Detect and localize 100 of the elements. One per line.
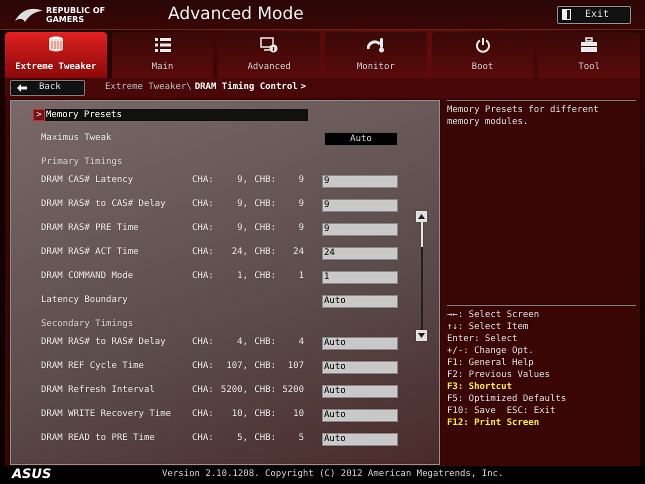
list-icon <box>154 36 172 52</box>
channel-label: CHB: <box>253 270 276 284</box>
help-description: Memory Presets for different memory modules. <box>447 104 600 128</box>
value-field[interactable]: Auto <box>322 294 398 308</box>
back-button[interactable]: Back <box>10 80 85 96</box>
key-hint: F3: Shortcut <box>447 381 514 393</box>
channel-value: 107 <box>286 360 304 374</box>
value-field[interactable]: Auto <box>322 408 398 422</box>
door-icon <box>562 9 571 20</box>
channel-value: 24 <box>292 246 304 260</box>
setting-label: DRAM Refresh Interval <box>41 384 156 398</box>
channel-label: CHA: <box>192 270 214 284</box>
nav-tab[interactable]: Monitor <box>325 32 427 78</box>
value-field[interactable]: Auto <box>322 360 398 374</box>
channel-label: CHB: <box>253 198 276 212</box>
channel-value: 9 <box>298 222 304 236</box>
channel-label: CHA: <box>192 336 214 350</box>
channel-value: 9 <box>298 174 304 188</box>
channel-value: 4, <box>236 336 248 350</box>
value-field[interactable]: 9 <box>322 222 398 236</box>
channel-label: CHA: <box>192 222 214 236</box>
setting-label: DRAM RAS# to CAS# Delay <box>41 198 167 212</box>
channel-label: CHA: <box>192 360 214 374</box>
scrollbar[interactable] <box>416 211 427 341</box>
channel-value: 1, <box>236 270 248 284</box>
scroll-down-icon[interactable] <box>416 330 427 341</box>
channel-value: 4 <box>298 336 304 350</box>
channel-label: CHB: <box>253 246 276 260</box>
toolbox-icon <box>580 36 598 52</box>
channel-label: CHA: <box>192 246 214 260</box>
nav-tab[interactable]: Extreme Tweaker <box>5 32 107 78</box>
channel-value: 9, <box>236 198 248 212</box>
value-field[interactable]: 9 <box>322 174 398 188</box>
channel-label: CHA: <box>192 384 214 398</box>
section-heading: Primary Timings <box>41 156 122 168</box>
option-select[interactable]: Auto <box>324 132 398 146</box>
submenu-item[interactable]: Memory Presets <box>45 109 308 121</box>
setting-label: DRAM REF Cycle Time <box>41 360 145 374</box>
channel-label: CHB: <box>253 432 276 446</box>
brand-text: GAMERS <box>46 14 86 24</box>
key-hint: Enter: Select <box>447 333 518 345</box>
setting-label: DRAM RAS# ACT Time <box>41 246 140 260</box>
setting-label: DRAM READ to PRE Time <box>41 432 156 446</box>
key-hint: F1: General Help <box>447 357 535 369</box>
setting-label: Latency Boundary <box>41 294 129 308</box>
drum-icon <box>46 34 65 52</box>
scroll-up-icon[interactable] <box>416 211 427 222</box>
channel-label: CHB: <box>253 174 276 188</box>
channel-label: CHB: <box>253 384 276 398</box>
setting-label: DRAM RAS# PRE Time <box>41 222 140 236</box>
value-field[interactable]: 9 <box>322 198 398 212</box>
channel-label: CHA: <box>192 432 214 446</box>
key-hint: +/-: Change Opt. <box>447 345 535 357</box>
key-hint: →←: Select Screen <box>447 309 540 321</box>
key-hint: ↑↓: Select Item <box>447 321 530 333</box>
key-hint: F12: Print Screen <box>447 417 540 429</box>
nav-tab[interactable]: Tool <box>538 32 640 78</box>
value-field[interactable]: 24 <box>322 246 398 260</box>
setting-label: DRAM COMMAND Mode <box>41 270 134 284</box>
brand-logo: ASUS <box>12 466 52 484</box>
breadcrumb-arrow: > <box>300 81 306 94</box>
setting-label: DRAM WRITE Recovery Time <box>41 408 172 422</box>
channel-label: CHA: <box>192 198 214 212</box>
channel-value: 9, <box>236 174 248 188</box>
channel-value: 5 <box>298 432 304 446</box>
value-field[interactable]: Auto <box>322 336 398 350</box>
version-text: Version 2.10.1208. Copyright (C) 2012 American Megatrends, Inc. <box>162 468 504 482</box>
window-title: Advanced Mode <box>168 2 304 26</box>
value-field[interactable]: Auto <box>322 384 398 398</box>
channel-value: 10, <box>230 408 248 422</box>
section-heading: Secondary Timings <box>41 318 134 330</box>
channel-value: 107, <box>225 360 248 374</box>
setting-label: DRAM RAS# to RAS# Delay <box>41 336 167 350</box>
channel-label: CHB: <box>253 222 276 236</box>
channel-value: 10 <box>292 408 304 422</box>
channel-value: 1 <box>298 270 304 284</box>
value-field[interactable]: 1 <box>322 270 398 284</box>
monitor-info-icon <box>260 36 278 52</box>
channel-value: 9 <box>298 198 304 212</box>
channel-value: 5200 <box>281 384 304 398</box>
breadcrumb-current: DRAM Timing Control <box>194 81 298 94</box>
submenu-marker: > <box>33 109 45 121</box>
nav-tab[interactable]: Boot <box>432 32 534 78</box>
channel-label: CHB: <box>253 336 276 350</box>
key-hint: F2: Previous Values <box>447 369 551 381</box>
channel-value: 5200, <box>220 384 248 398</box>
thermometer-gauge-icon <box>366 36 385 52</box>
exit-button[interactable]: Exit <box>557 6 631 24</box>
key-hint: F10: Save ESC: Exit <box>447 405 556 417</box>
nav-tab[interactable]: Main <box>112 32 214 78</box>
value-field[interactable]: Auto <box>322 432 398 446</box>
channel-label: CHA: <box>192 174 214 188</box>
channel-value: 24, <box>230 246 248 260</box>
breadcrumb-link[interactable]: Extreme Tweaker\ <box>105 81 192 95</box>
channel-label: CHB: <box>253 408 276 422</box>
channel-value: 9, <box>236 222 248 236</box>
back-arrow-icon <box>17 84 27 92</box>
brand-text: REPUBLIC OF <box>46 6 106 14</box>
setting-label: Maximus Tweak <box>41 132 112 146</box>
nav-tab[interactable]: Advanced <box>218 32 320 78</box>
